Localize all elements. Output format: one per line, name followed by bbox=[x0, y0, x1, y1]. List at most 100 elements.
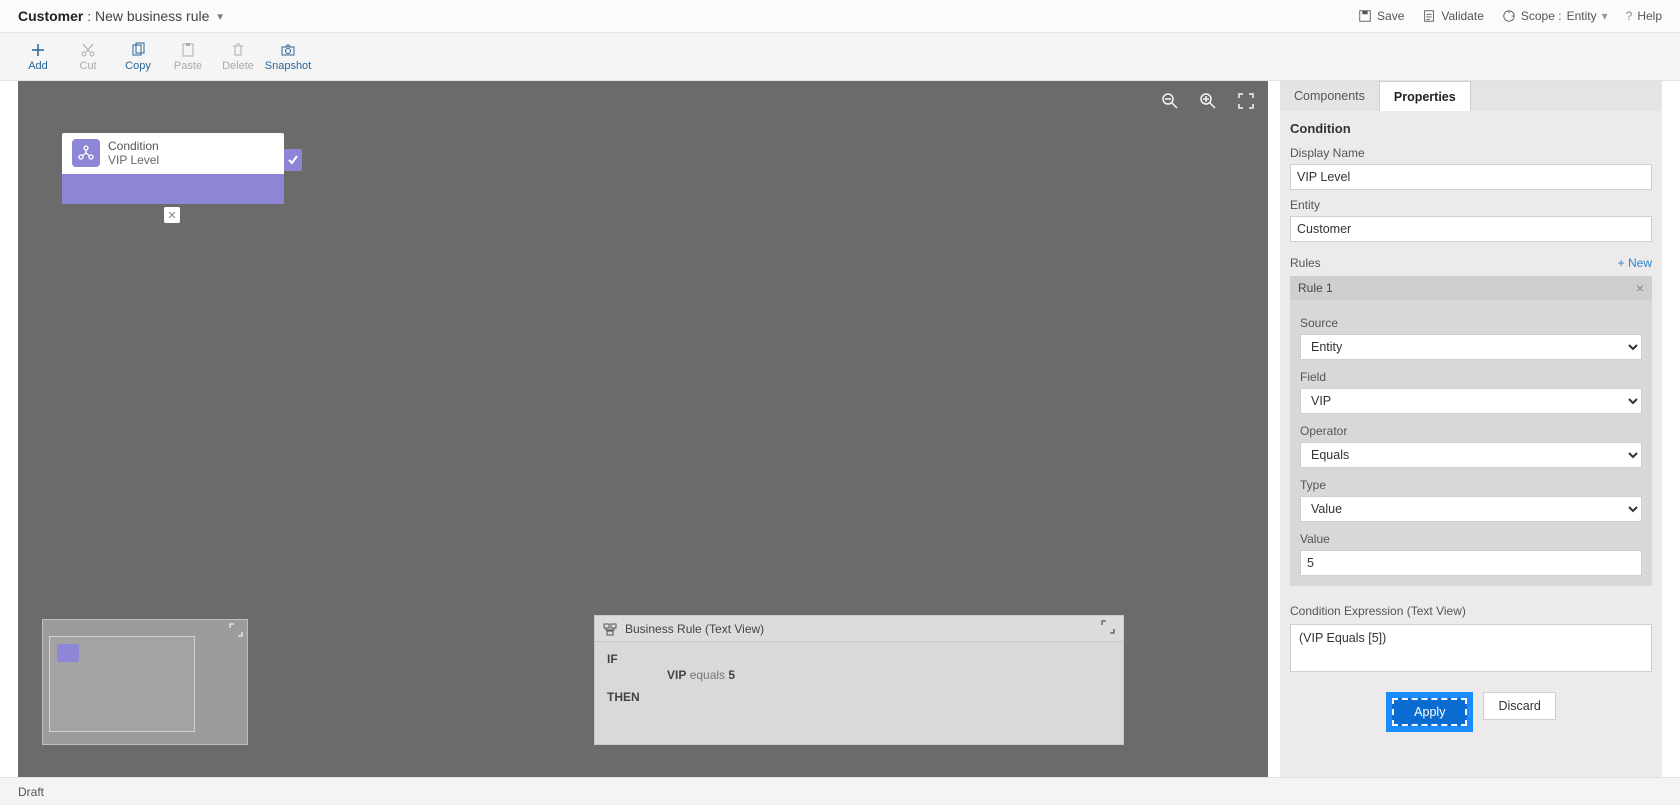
rule-1-box: Rule 1 × Source Entity Field VIP Operato… bbox=[1290, 276, 1652, 586]
chevron-down-icon[interactable]: ▾ bbox=[217, 10, 223, 23]
condition-node-texts: Condition VIP Level bbox=[108, 139, 159, 168]
source-select[interactable]: Entity bbox=[1300, 334, 1642, 360]
check-icon bbox=[287, 154, 299, 166]
workspace: Condition VIP Level ✕ Business Rule (Tex… bbox=[18, 81, 1662, 777]
help-button[interactable]: ? Help bbox=[1626, 9, 1662, 23]
scissors-icon bbox=[80, 42, 96, 58]
section-title: Condition bbox=[1290, 121, 1652, 136]
source-label: Source bbox=[1300, 316, 1642, 330]
fit-screen-button[interactable] bbox=[1236, 91, 1256, 111]
tab-components[interactable]: Components bbox=[1280, 81, 1379, 111]
value-input[interactable] bbox=[1300, 550, 1642, 576]
value-label: Value bbox=[1300, 532, 1642, 546]
expression-label: Condition Expression (Text View) bbox=[1290, 604, 1652, 618]
snapshot-tool[interactable]: Snapshot bbox=[264, 34, 312, 80]
type-select[interactable]: Value bbox=[1300, 496, 1642, 522]
paste-tool[interactable]: Paste bbox=[164, 34, 212, 80]
validate-button[interactable]: Validate bbox=[1422, 9, 1483, 23]
minimap-expand-button[interactable] bbox=[229, 623, 243, 637]
condition-node-header[interactable]: Condition VIP Level bbox=[62, 133, 284, 174]
add-rule-link[interactable]: + New bbox=[1618, 256, 1652, 270]
status-text: Draft bbox=[18, 785, 44, 799]
rule-1-form: Source Entity Field VIP Operator Equals … bbox=[1290, 300, 1652, 576]
condition-icon bbox=[72, 139, 100, 167]
text-view-expand-button[interactable] bbox=[1101, 620, 1115, 637]
rule-icon bbox=[603, 622, 617, 636]
validate-label: Validate bbox=[1441, 9, 1483, 23]
help-label: Help bbox=[1637, 9, 1662, 23]
status-bar: Draft bbox=[0, 777, 1680, 805]
entity-label: Entity bbox=[1290, 198, 1652, 212]
scope-value: Entity bbox=[1567, 9, 1597, 23]
canvas-zoom-controls bbox=[1160, 91, 1256, 111]
snapshot-label: Snapshot bbox=[265, 60, 311, 72]
validate-icon bbox=[1422, 9, 1436, 23]
save-button[interactable]: Save bbox=[1358, 9, 1404, 23]
entity-input[interactable] bbox=[1290, 216, 1652, 242]
apply-button[interactable]: Apply bbox=[1392, 698, 1467, 726]
operator-label: Operator bbox=[1300, 424, 1642, 438]
add-tool[interactable]: Add bbox=[14, 34, 62, 80]
discard-button[interactable]: Discard bbox=[1483, 692, 1555, 720]
design-canvas[interactable]: Condition VIP Level ✕ Business Rule (Tex… bbox=[18, 81, 1268, 777]
top-actions: Save Validate Scope : Entity ▾ ? Help bbox=[1358, 9, 1662, 23]
condition-false-connector[interactable]: ✕ bbox=[164, 207, 180, 223]
if-expression: VIP equals 5 bbox=[667, 668, 1111, 682]
save-label: Save bbox=[1377, 9, 1404, 23]
camera-icon bbox=[280, 42, 296, 58]
side-tabs: Components Properties bbox=[1280, 81, 1662, 111]
type-label: Type bbox=[1300, 478, 1642, 492]
action-buttons: Apply Discard bbox=[1290, 672, 1652, 752]
if-keyword: IF bbox=[607, 652, 1111, 666]
rule-name: New business rule bbox=[95, 8, 209, 24]
side-panel: Components Properties Condition Display … bbox=[1280, 81, 1662, 777]
rule-delete-button[interactable]: × bbox=[1636, 280, 1644, 296]
delete-tool[interactable]: Delete bbox=[214, 34, 262, 80]
operator-select[interactable]: Equals bbox=[1300, 442, 1642, 468]
entity-name: Customer bbox=[18, 8, 83, 24]
condition-true-connector[interactable] bbox=[284, 149, 302, 171]
expression-box: (VIP Equals [5]) bbox=[1290, 624, 1652, 672]
expr-field: VIP bbox=[667, 668, 686, 682]
expr-value: 5 bbox=[728, 668, 735, 682]
text-view-header: Business Rule (Text View) bbox=[595, 616, 1123, 642]
rule-1-header[interactable]: Rule 1 × bbox=[1290, 276, 1652, 300]
display-name-input[interactable] bbox=[1290, 164, 1652, 190]
expr-operator: equals bbox=[690, 668, 725, 682]
chevron-down-icon: ▾ bbox=[1602, 9, 1608, 23]
scope-selector[interactable]: Scope : Entity ▾ bbox=[1502, 9, 1608, 23]
zoom-in-button[interactable] bbox=[1198, 91, 1218, 111]
field-select[interactable]: VIP bbox=[1300, 388, 1642, 414]
save-icon bbox=[1358, 9, 1372, 23]
then-keyword: THEN bbox=[607, 690, 1111, 704]
delete-label: Delete bbox=[222, 60, 254, 72]
expand-icon bbox=[1101, 620, 1115, 634]
add-label: Add bbox=[28, 60, 48, 72]
condition-node[interactable]: Condition VIP Level ✕ bbox=[62, 133, 284, 204]
cut-tool[interactable]: Cut bbox=[64, 34, 112, 80]
scope-label: Scope : bbox=[1521, 9, 1562, 23]
node-title-label: VIP Level bbox=[108, 153, 159, 167]
zoom-out-button[interactable] bbox=[1160, 91, 1180, 111]
rules-header-row: Rules + New bbox=[1290, 256, 1652, 270]
field-label: Field bbox=[1300, 370, 1642, 384]
text-view-panel: Business Rule (Text View) IF VIP equals … bbox=[594, 615, 1124, 745]
minimap-node-icon bbox=[57, 644, 79, 662]
zoom-out-icon bbox=[1161, 92, 1179, 110]
top-bar: Customer : New business rule ▾ Save Vali… bbox=[0, 0, 1680, 33]
page-title-group[interactable]: Customer : New business rule ▾ bbox=[18, 8, 223, 24]
minimap[interactable] bbox=[42, 619, 248, 745]
text-view-title: Business Rule (Text View) bbox=[625, 622, 764, 636]
condition-node-body[interactable] bbox=[62, 174, 284, 204]
fit-icon bbox=[1237, 92, 1255, 110]
paste-label: Paste bbox=[174, 60, 202, 72]
copy-tool[interactable]: Copy bbox=[114, 34, 162, 80]
plus-icon bbox=[30, 42, 46, 58]
properties-body: Condition Display Name Entity Rules + Ne… bbox=[1280, 111, 1662, 777]
tab-properties[interactable]: Properties bbox=[1379, 81, 1471, 111]
help-icon: ? bbox=[1626, 9, 1633, 23]
paste-icon bbox=[180, 42, 196, 58]
zoom-in-icon bbox=[1199, 92, 1217, 110]
expand-icon bbox=[229, 623, 243, 637]
apply-highlight: Apply bbox=[1386, 692, 1473, 732]
